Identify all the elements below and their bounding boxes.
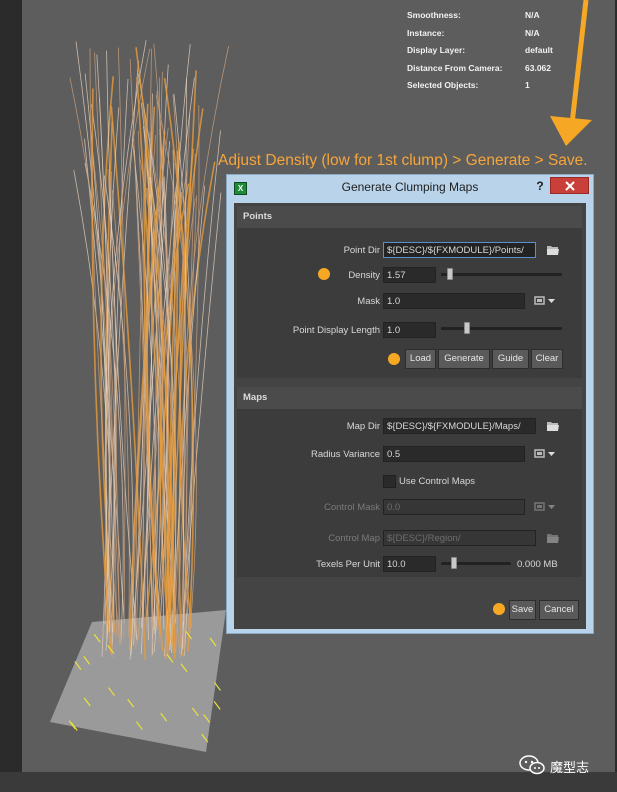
point-display-length-label: Point Display Length	[292, 325, 380, 336]
density-slider-thumb[interactable]	[446, 268, 453, 280]
generate-button[interactable]: Generate	[438, 349, 490, 369]
watermark-text: 魔型志	[550, 760, 590, 775]
points-section-header[interactable]: Points	[237, 206, 582, 228]
clump-point-marker	[213, 682, 221, 691]
map-size-readout: 0.000 MB	[517, 559, 558, 570]
dialog-content: Points Point Dir ${DESC}/${FXMODULE}/Poi…	[234, 203, 586, 629]
map-menu-icon	[534, 502, 555, 511]
map-menu-icon[interactable]	[534, 447, 556, 461]
point-display-length-slider-track[interactable]	[441, 327, 562, 330]
load-button[interactable]: Load	[405, 349, 436, 369]
cancel-button[interactable]: Cancel	[539, 600, 579, 620]
control-map-label: Control Map	[328, 533, 380, 544]
use-control-maps-checkbox[interactable]	[383, 475, 396, 488]
point-display-length-field[interactable]: 1.0	[383, 322, 436, 338]
map-dir-label: Map Dir	[346, 421, 380, 432]
density-field[interactable]: 1.57	[383, 267, 436, 283]
control-map-field: ${DESC}/Region/	[383, 530, 536, 546]
folder-icon[interactable]	[546, 243, 560, 257]
annotation-arrow-icon	[550, 0, 592, 146]
use-control-maps-label: Use Control Maps	[399, 476, 476, 487]
guide-button[interactable]: Guide	[492, 349, 529, 369]
hair-strand	[84, 73, 107, 657]
point-dir-field[interactable]: ${DESC}/${FXMODULE}/Points/	[383, 242, 536, 258]
points-section: Points Point Dir ${DESC}/${FXMODULE}/Poi…	[237, 206, 582, 378]
ground-plane	[50, 610, 226, 752]
point-display-length-slider-thumb[interactable]	[464, 322, 470, 334]
texels-per-unit-label: Texels Per Unit	[316, 559, 380, 570]
load-marker-dot	[388, 353, 400, 365]
maps-section-title: Maps	[243, 392, 268, 403]
title-bar[interactable]: X Generate Clumping Maps ?	[227, 175, 593, 199]
mask-field[interactable]: 1.0	[383, 293, 525, 309]
mask-label: Mask	[357, 296, 380, 307]
points-section-title: Points	[243, 211, 273, 222]
close-icon	[565, 181, 575, 191]
clump-point-marker	[213, 700, 221, 710]
close-button[interactable]	[550, 177, 589, 194]
texels-per-unit-field[interactable]: 10.0	[383, 556, 436, 572]
maps-section-header[interactable]: Maps	[237, 387, 582, 409]
maps-section: Maps Map Dir ${DESC}/${FXMODULE}/Maps/ R…	[237, 387, 582, 577]
save-button[interactable]: Save	[509, 600, 536, 620]
folder-icon	[547, 534, 559, 543]
wechat-icon	[519, 755, 545, 775]
control-mask-label: Control Mask	[324, 502, 380, 513]
density-marker-dot	[318, 268, 330, 280]
density-label: Density	[348, 270, 380, 281]
map-menu-icon[interactable]	[534, 294, 556, 308]
help-button[interactable]: ?	[532, 177, 548, 195]
generate-clumping-maps-dialog: X Generate Clumping Maps ? Points Point …	[226, 174, 594, 634]
radius-variance-field[interactable]: 0.5	[383, 446, 525, 462]
texels-slider-thumb[interactable]	[450, 557, 457, 569]
clear-button[interactable]: Clear	[531, 349, 563, 369]
watermark: 魔型志	[518, 754, 608, 776]
folder-icon[interactable]	[546, 419, 560, 433]
save-marker-dot	[493, 603, 505, 615]
map-dir-field[interactable]: ${DESC}/${FXMODULE}/Maps/	[383, 418, 536, 434]
density-slider-track[interactable]	[441, 273, 562, 276]
instruction-annotation: Adjust Density (low for 1st clump) > Gen…	[218, 152, 588, 169]
control-mask-field: 0.0	[383, 499, 525, 515]
radius-variance-label: Radius Variance	[310, 449, 380, 460]
point-dir-label: Point Dir	[343, 245, 380, 256]
